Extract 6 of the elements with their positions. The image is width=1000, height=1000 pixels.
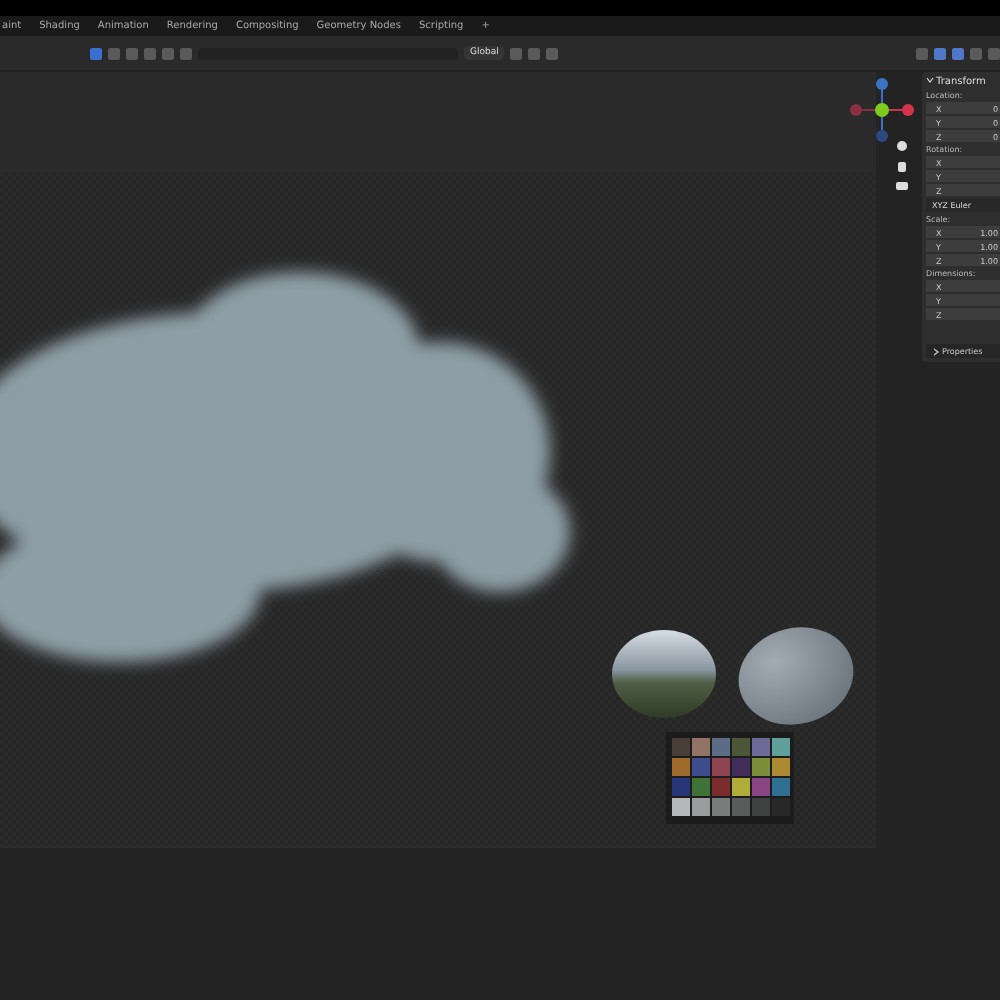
color-checker-drawing [666,732,794,824]
navigation-gizmo-drawing [848,76,916,144]
chevron-icon [932,347,940,355]
chevron-icon [926,76,934,84]
chrome-sphere-drawing [610,628,718,720]
matte-sphere-drawing [736,626,856,726]
